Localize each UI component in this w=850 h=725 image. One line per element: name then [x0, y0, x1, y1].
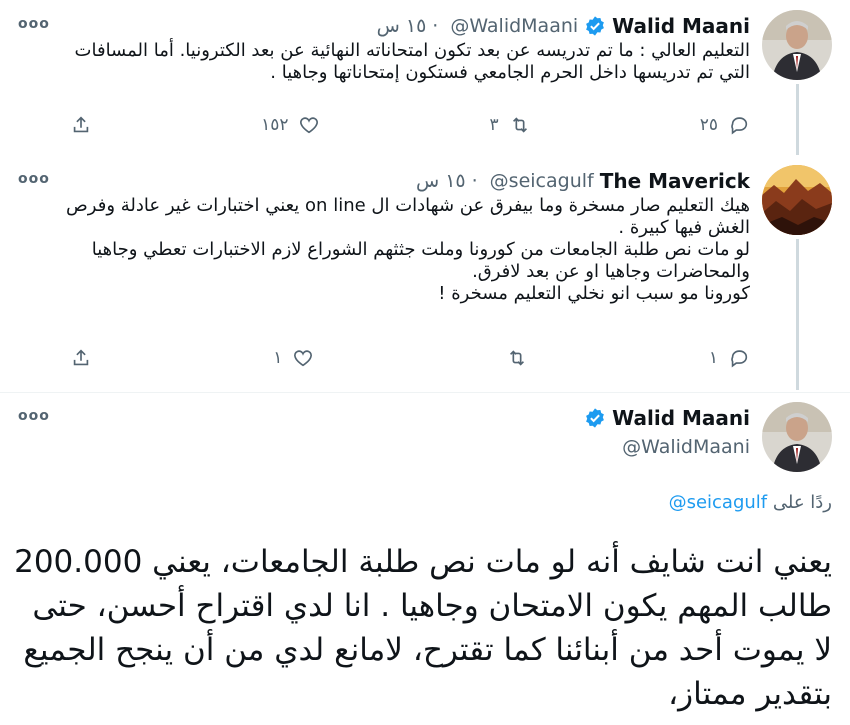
like-button[interactable]: ١٥٢: [261, 114, 320, 136]
retweet-icon: [512, 117, 527, 133]
retweet-count: ٣: [489, 115, 499, 135]
replying-to-handle[interactable]: @seicagulf: [669, 492, 768, 513]
thread-line: [796, 84, 799, 155]
user-handle[interactable]: @WalidMaani: [450, 15, 578, 37]
user-handle[interactable]: @WalidMaani: [578, 436, 750, 458]
like-count: ١: [273, 348, 283, 368]
like-button[interactable]: ١: [273, 347, 314, 369]
retweet-icon: [509, 350, 524, 366]
retweet-button[interactable]: [496, 347, 528, 369]
avatar-maverick[interactable]: [762, 165, 832, 235]
tweet-header: Walid Maani @WalidMaani · ١٥ س: [377, 14, 750, 38]
avatar-walid[interactable]: [762, 10, 832, 80]
verified-badge-icon: [584, 407, 606, 429]
reply-count: ٢٥: [699, 115, 718, 135]
user-handle[interactable]: @seicagulf: [490, 170, 594, 192]
separator-dot: ·: [432, 15, 439, 37]
tweet-walid-1[interactable]: Walid Maani @WalidMaani · ١٥ س ooo التعل…: [0, 0, 850, 155]
tweet-actions: ١ ١: [70, 343, 750, 373]
tweet-maverick[interactable]: The Maverick @seicagulf · ١٥ س ooo هيك ا…: [0, 155, 850, 390]
display-name[interactable]: Walid Maani: [612, 406, 750, 430]
tweet-text: التعليم العالي : ما تم تدريسه عن بعد تكو…: [74, 40, 750, 83]
tweet-main: Walid Maani @WalidMaani ooo ردًا على @se…: [0, 392, 850, 725]
avatar-walid[interactable]: [762, 402, 832, 472]
replying-to: ردًا على @seicagulf: [669, 492, 832, 513]
share-button[interactable]: [70, 347, 92, 369]
like-icon: [294, 350, 313, 367]
separator-dot: ·: [471, 170, 478, 192]
reply-count: ١: [708, 348, 718, 368]
like-count: ١٥٢: [261, 115, 289, 135]
like-icon: [300, 117, 319, 134]
divider: [0, 392, 850, 393]
tweet-header: The Maverick @seicagulf · ١٥ س: [416, 169, 750, 193]
timestamp[interactable]: ١٥ س: [416, 170, 466, 192]
tweet-actions: ٢٥ ٣ ١٥٢: [70, 110, 750, 140]
thread-line: [796, 239, 799, 390]
more-icon[interactable]: ooo: [18, 408, 50, 424]
reply-icon: [731, 350, 748, 368]
more-icon[interactable]: ooo: [18, 16, 50, 32]
tweet-text: هيك التعليم صار مسخرة وما بيفرق عن شهادا…: [66, 195, 750, 304]
reply-icon: [731, 117, 748, 135]
avatar-walid-image: [762, 10, 832, 80]
share-icon: [73, 349, 89, 366]
verified-badge-icon: [584, 15, 606, 37]
avatar-maverick-image: [762, 165, 832, 235]
display-name[interactable]: Walid Maani: [612, 14, 750, 38]
display-name[interactable]: The Maverick: [600, 169, 750, 193]
share-button[interactable]: [70, 114, 92, 136]
replying-to-label: ردًا على: [772, 492, 832, 513]
more-icon[interactable]: ooo: [18, 171, 50, 187]
timestamp[interactable]: ١٥ س: [377, 15, 427, 37]
author-block: Walid Maani @WalidMaani: [578, 406, 750, 458]
share-icon: [73, 116, 89, 133]
main-tweet-text: يعني انت شايف أنه لو مات نص طلبة الجامعا…: [14, 544, 832, 712]
reply-button[interactable]: ١: [709, 347, 750, 369]
reply-button[interactable]: ٢٥: [700, 114, 750, 136]
retweet-button[interactable]: ٣: [490, 114, 531, 136]
avatar-walid-image: [762, 402, 832, 472]
